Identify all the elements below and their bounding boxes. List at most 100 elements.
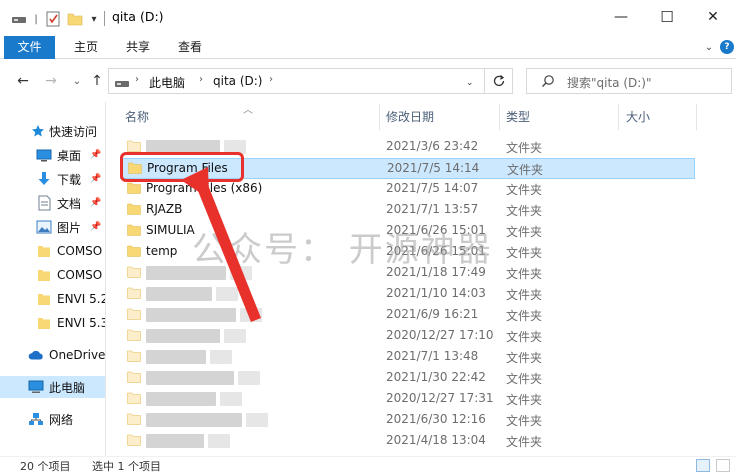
ribbon-tabs: 文件 主页 共享 查看 ⌄ ? <box>0 36 736 59</box>
recent-locations-button[interactable]: ⌄ <box>68 72 86 90</box>
back-button[interactable]: ← <box>14 72 32 90</box>
folder-icon <box>127 308 141 320</box>
refresh-button[interactable] <box>484 68 513 94</box>
column-divider[interactable] <box>499 104 500 130</box>
column-divider[interactable] <box>379 104 380 130</box>
folder-icon <box>127 224 141 236</box>
folder-icon <box>127 350 141 362</box>
file-modified-date: 2021/1/10 14:03 <box>386 286 486 300</box>
file-name: temp <box>146 244 178 258</box>
sidebar-item-label: ENVI 5.2 <box>57 292 106 306</box>
forward-button[interactable]: → <box>42 72 60 90</box>
file-modified-date: 2021/6/30 12:16 <box>386 412 486 426</box>
pin-icon[interactable]: 📌 <box>90 174 101 184</box>
drive-icon <box>115 77 129 91</box>
breadcrumb-drive[interactable]: qita (D:) <box>213 74 262 88</box>
folder-icon <box>127 413 141 425</box>
breadcrumb-chevron-icon[interactable]: › <box>269 74 273 85</box>
table-row[interactable]: 2021/6/30 12:16 文件夹 <box>120 410 695 431</box>
column-divider[interactable] <box>618 104 619 130</box>
large-icons-view-button[interactable] <box>716 459 730 472</box>
column-header-type[interactable]: 类型 <box>506 102 530 132</box>
minimize-button[interactable]: — <box>598 0 644 34</box>
item-count: 20 个项目 <box>20 460 71 473</box>
ribbon-expand-icon[interactable]: ⌄ <box>702 40 716 54</box>
properties-icon[interactable] <box>44 10 62 28</box>
redacted-file-name <box>208 434 230 448</box>
column-header-size[interactable]: 大小 <box>626 102 650 132</box>
help-icon[interactable]: ? <box>720 40 734 54</box>
search-placeholder: 搜索"qita (D:)" <box>567 76 652 90</box>
sidebar-item-folder[interactable]: ENVI 5.2 <box>0 288 106 310</box>
redacted-file-name <box>146 371 234 385</box>
table-row[interactable]: 2021/1/10 14:03 文件夹 <box>120 284 695 305</box>
sidebar-item-pictures[interactable]: 图片 📌 <box>0 216 105 238</box>
sidebar-item-folder[interactable]: COMSO <box>0 240 105 262</box>
pin-icon[interactable]: 📌 <box>90 222 101 232</box>
navigation-pane: 快速访问 桌面 📌 下载 📌 文档 📌 图片 📌 COMSO COMSO ENV… <box>0 102 106 456</box>
table-row[interactable]: 2021/1/30 22:42 文件夹 <box>120 368 695 389</box>
pin-icon[interactable]: 📌 <box>90 150 101 160</box>
sidebar-item-onedrive[interactable]: OneDrive <box>0 344 105 366</box>
file-modified-date: 2021/3/6 23:42 <box>386 139 479 153</box>
close-button[interactable]: ✕ <box>690 0 736 34</box>
pin-icon[interactable]: 📌 <box>90 198 101 208</box>
redacted-file-name <box>146 308 236 322</box>
file-type: 文件夹 <box>507 163 544 177</box>
sidebar-item-quick-access[interactable]: 快速访问 <box>0 120 105 142</box>
details-view-button[interactable] <box>696 459 710 472</box>
tab-view[interactable]: 查看 <box>168 36 212 59</box>
separator-bar: | <box>34 13 38 25</box>
redacted-file-name <box>146 329 220 343</box>
redacted-file-name <box>146 413 242 427</box>
redacted-file-name <box>220 392 242 406</box>
sidebar-item-label: 下载 <box>57 172 82 187</box>
folder-icon <box>127 266 141 278</box>
up-button[interactable]: ↑ <box>88 72 106 90</box>
sidebar-item-desktop[interactable]: 桌面 📌 <box>0 144 105 166</box>
address-dropdown-icon[interactable]: ⌄ <box>466 78 474 88</box>
table-row[interactable]: 2021/6/9 16:21 文件夹 <box>120 305 695 326</box>
window-title: qita (D:) <box>112 9 164 24</box>
sidebar-item-label: 网络 <box>49 412 74 427</box>
folder-icon <box>127 392 141 404</box>
new-folder-icon[interactable] <box>66 10 84 28</box>
folder-icon <box>127 245 141 257</box>
redacted-file-name <box>210 350 232 364</box>
drive-icon[interactable] <box>10 10 28 28</box>
sidebar-item-network[interactable]: 网络 <box>0 408 105 430</box>
column-header-date[interactable]: 修改日期 <box>386 102 434 132</box>
table-row[interactable]: 2020/12/27 17:10 文件夹 <box>120 326 695 347</box>
sidebar-item-folder[interactable]: ENVI 5.3 <box>0 312 105 334</box>
tab-file[interactable]: 文件 <box>4 36 55 59</box>
folder-icon <box>127 434 141 446</box>
customize-toolbar-icon[interactable]: ▾ <box>88 10 100 28</box>
tab-home[interactable]: 主页 <box>64 36 108 59</box>
sidebar-item-this-pc[interactable]: 此电脑 <box>0 376 105 398</box>
address-bar[interactable]: › 此电脑 › qita (D:) › ⌄ <box>108 68 513 94</box>
maximize-button[interactable]: ☐ <box>644 0 690 34</box>
table-row[interactable]: Program Files (x86) 2021/7/5 14:07 文件夹 <box>120 179 695 200</box>
table-row[interactable]: RJAZB 2021/7/1 13:57 文件夹 <box>120 200 695 221</box>
column-header-name[interactable]: 名称 <box>125 102 149 132</box>
file-modified-date: 2021/7/1 13:48 <box>386 349 479 363</box>
file-modified-date: 2021/6/9 16:21 <box>386 307 479 321</box>
sidebar-item-downloads[interactable]: 下载 📌 <box>0 168 105 190</box>
search-icon <box>541 74 555 91</box>
tab-share[interactable]: 共享 <box>116 36 160 59</box>
breadcrumb-chevron-icon[interactable]: › <box>135 74 139 85</box>
sidebar-item-folder[interactable]: COMSO <box>0 264 105 286</box>
redacted-file-name <box>146 392 216 406</box>
sidebar-item-documents[interactable]: 文档 📌 <box>0 192 105 214</box>
table-row[interactable]: 2021/7/1 13:48 文件夹 <box>120 347 695 368</box>
network-icon <box>28 411 44 427</box>
sidebar-item-label: 桌面 <box>57 148 82 163</box>
breadcrumb-chevron-icon[interactable]: › <box>199 74 203 85</box>
table-row[interactable]: 2021/4/18 13:04 文件夹 <box>120 431 695 452</box>
breadcrumb-this-pc[interactable]: 此电脑 <box>149 74 185 91</box>
column-divider[interactable] <box>696 104 697 130</box>
search-box[interactable]: 搜索"qita (D:)" <box>526 68 732 94</box>
redacted-file-name <box>224 329 246 343</box>
table-row[interactable]: 2020/12/27 17:31 文件夹 <box>120 389 695 410</box>
sidebar-item-label: COMSO <box>57 244 103 258</box>
